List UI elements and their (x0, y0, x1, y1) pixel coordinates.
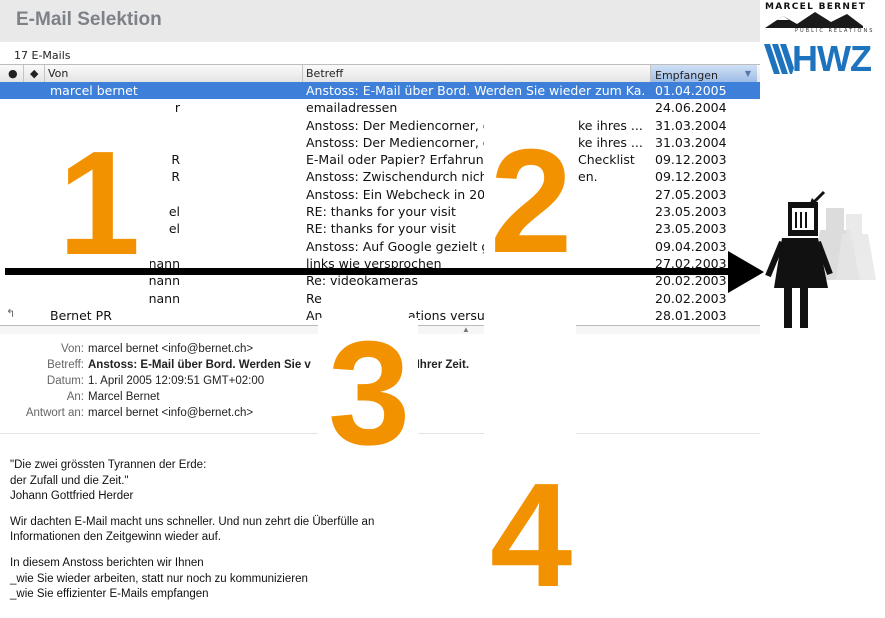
hwz-stripes-icon (764, 44, 794, 74)
row-date: 31.03.2004 (655, 117, 727, 133)
table-row[interactable]: marcel bernet Anstoss: E-Mail über Bord. … (0, 82, 760, 100)
row-date: 31.03.2004 (655, 134, 727, 150)
splitter-grip-icon: ▲ (462, 325, 470, 334)
label-betreff: Betreff: (47, 359, 84, 371)
row-date: 23.05.2003 (655, 221, 727, 237)
table-row[interactable]: nann Re 20.02.2003 (0, 290, 760, 307)
row-subject-tail: en. (578, 169, 598, 185)
row-subject-tail: ke ihres ... (578, 117, 643, 133)
message-from[interactable]: marcel bernet <info@bernet.ch> (88, 343, 253, 355)
row-subject: RE: thanks for your visit (306, 204, 456, 220)
body-paragraph-3: In diesem Anstoss berichten wir Ihnen (10, 556, 204, 569)
label-von: Von: (60, 343, 84, 355)
row-subject: Anstoss: Auf Google gezielt g (306, 238, 490, 254)
unread-column-icon[interactable]: ● (8, 67, 18, 80)
hwz-logo: HWZ (764, 40, 884, 78)
mail-list-header: ● ◆ Von Betreff Empfangen ▼ (0, 64, 760, 83)
step-number-2: 2 (490, 119, 573, 284)
page-title: E-Mail Selektion (16, 9, 162, 30)
marcel-bernet-tagline: PUBLIC RELATIONS (795, 28, 875, 34)
body-paragraph-2: Informationen den Zeitgewinn wieder auf. (10, 531, 221, 544)
row-date: 27.05.2003 (655, 186, 727, 202)
hwz-logo-text: HWZ (792, 38, 872, 79)
message-to[interactable]: Marcel Bernet (88, 391, 160, 403)
row-date: 20.02.2003 (655, 273, 727, 289)
row-sender: marcel bernet (50, 83, 138, 98)
step-number-1: 1 (58, 121, 141, 286)
label-datum: Datum: (46, 375, 84, 387)
sort-descending-icon: ▼ (744, 69, 751, 78)
step-number-4: 4 (490, 453, 573, 618)
title-bar: E-Mail Selektion (0, 0, 760, 42)
message-date: 1. April 2005 12:09:51 GMT+02:00 (88, 375, 265, 387)
label-an: An: (66, 391, 84, 403)
row-subject: emailadressen (306, 100, 398, 116)
row-subject: Re (306, 290, 322, 306)
person-reading-mail-icon (765, 190, 876, 328)
row-date: 24.06.2004 (655, 100, 727, 116)
row-subject-tail: ke ihres ... (578, 134, 643, 150)
column-header-von[interactable]: Von (48, 67, 68, 80)
row-date: 09.12.2003 (655, 169, 727, 185)
row-date: 20.02.2003 (655, 290, 727, 306)
email-count: 17 E-Mails (14, 49, 71, 62)
body-quote-author: Johann Gottfried Herder (10, 490, 134, 503)
flag-column-icon[interactable]: ◆ (30, 67, 38, 80)
flow-arrow-head-icon (728, 251, 764, 293)
column-header-empfangen[interactable]: Empfangen ▼ (651, 65, 757, 82)
row-subject-tail: Checklist (578, 152, 635, 168)
message-reply-to[interactable]: marcel bernet <info@bernet.ch> (88, 407, 253, 419)
body-paragraph-1: Wir dachten E-Mail macht uns schneller. … (10, 515, 375, 528)
row-subject: Anstoss: Ein Webcheck in 20 M (306, 186, 500, 202)
column-header-betreff[interactable]: Betreff (306, 67, 343, 80)
replied-icon: ↰ (6, 306, 16, 320)
body-quote-line-2: der Zufall und die Zeit." (10, 474, 129, 487)
body-bullet-2: _wie Sie effizienter E-Mails empfangen (10, 588, 209, 601)
flow-arrow-line (5, 268, 735, 275)
message-subject: Anstoss: E-Mail über Bord. Werden Sie v (88, 359, 311, 371)
row-sender: Bernet PR (50, 307, 112, 323)
step-number-3: 3 (328, 311, 411, 476)
row-date: 23.05.2003 (655, 204, 727, 220)
row-subject: RE: thanks for your visit (306, 221, 456, 237)
row-date: 09.12.2003 (655, 152, 727, 168)
body-bullet-1: _wie Sie wieder arbeiten, statt nur noch… (10, 572, 308, 585)
row-subject: Re: videokameras (306, 273, 418, 289)
label-antwort-an: Antwort an: (25, 407, 84, 419)
marcel-bernet-logo: MARCEL BERNET PUBLIC RELATIONS (763, 2, 883, 38)
row-date: 01.04.2005 (655, 83, 727, 98)
message-body: "Die zwei grössten Tyrannen der Erde: de… (10, 458, 374, 613)
row-sender: nann (148, 290, 180, 306)
row-date: 28.01.2003 (655, 307, 727, 323)
row-date: 09.04.2003 (655, 238, 727, 254)
row-subject: Anstoss: E-Mail über Bord. Werden Sie wi… (306, 83, 646, 98)
body-quote-line-1: "Die zwei grössten Tyrannen der Erde: (10, 459, 207, 471)
